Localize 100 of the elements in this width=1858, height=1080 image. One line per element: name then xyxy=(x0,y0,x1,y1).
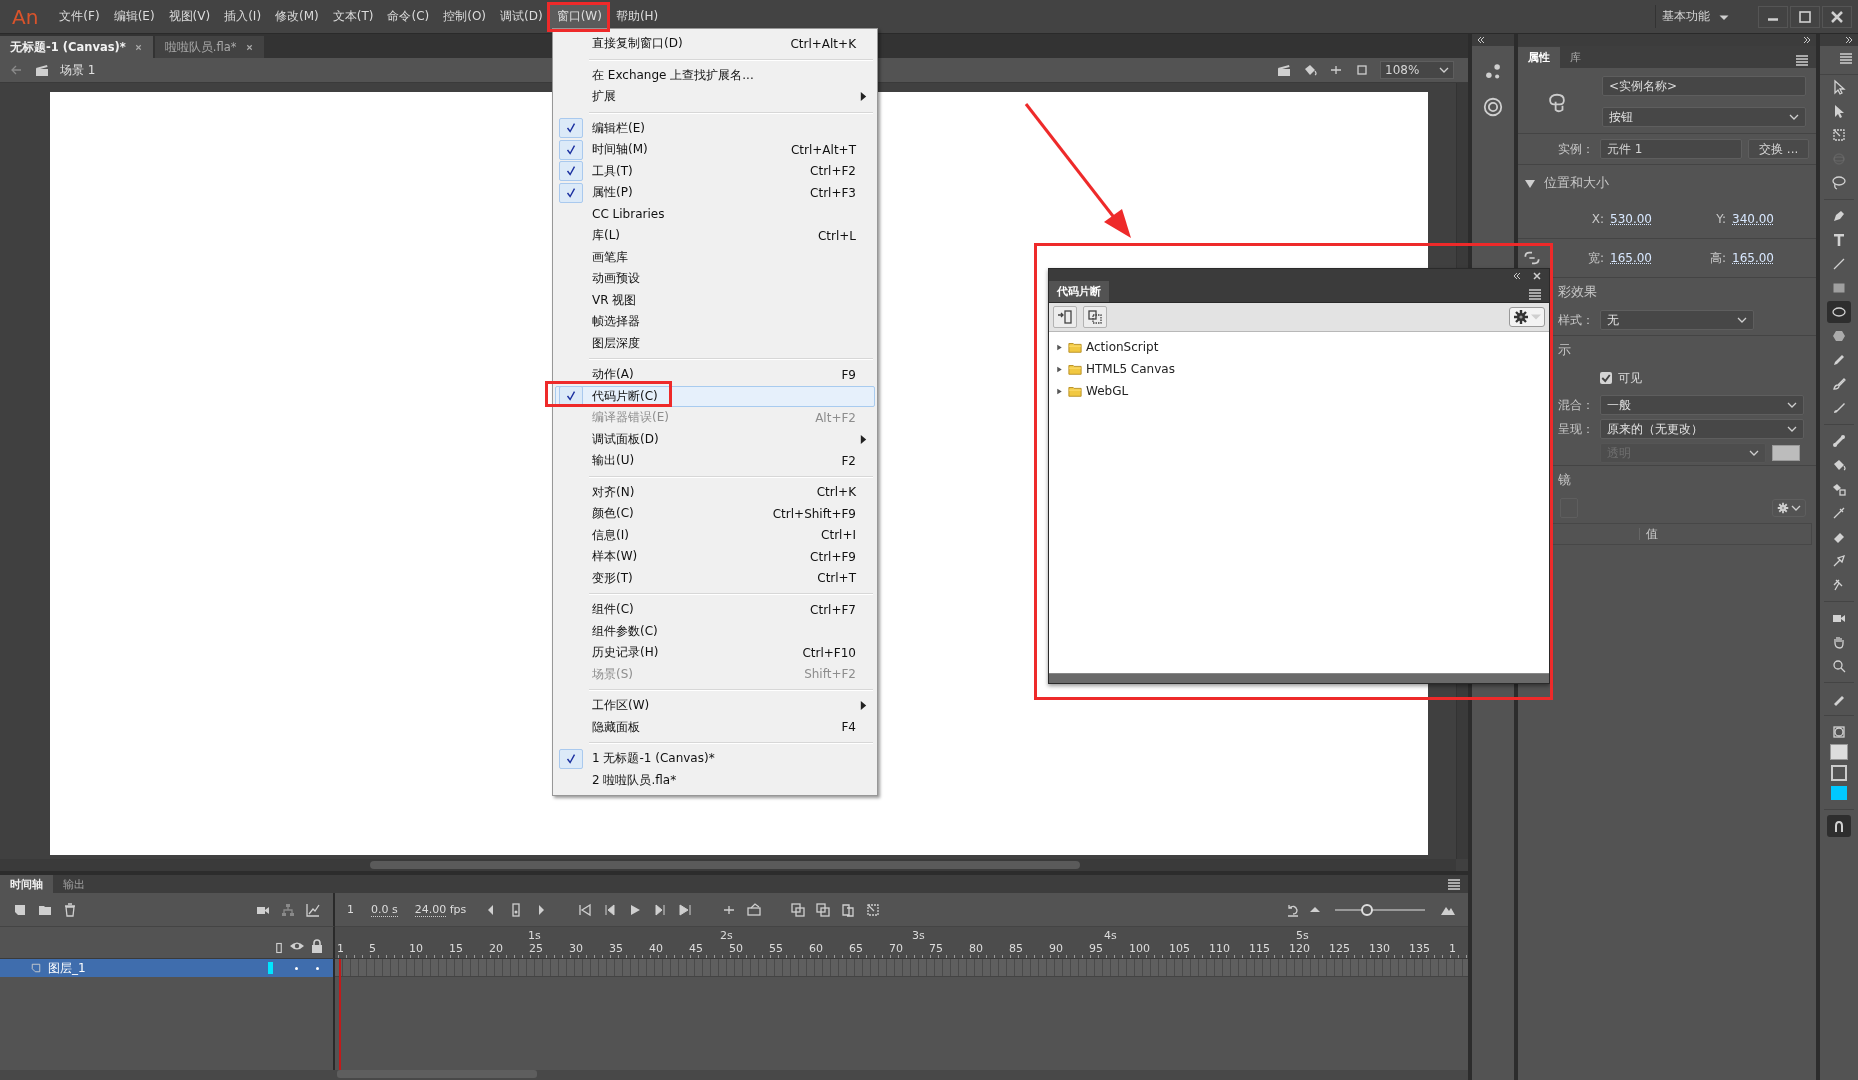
menu-item[interactable]: VR 视图 xyxy=(555,289,875,311)
onion-skin-icon[interactable] xyxy=(790,901,807,918)
menu-item[interactable]: 编辑栏(E) xyxy=(555,117,875,139)
color-swatch[interactable] xyxy=(1772,445,1800,461)
add-to-timeline-icon[interactable] xyxy=(1053,306,1077,328)
close-icon[interactable] xyxy=(1531,269,1543,282)
menu-item[interactable]: 库(L) Ctrl+L xyxy=(555,225,875,247)
menu-icon[interactable] xyxy=(1838,50,1854,66)
fill-color-swatch[interactable] xyxy=(1831,786,1847,800)
horizontal-scrollbar[interactable] xyxy=(0,859,1456,871)
menu-item[interactable]: 调试(D) xyxy=(493,4,550,29)
menu-item[interactable]: 修改(M) xyxy=(268,4,326,29)
menu-item[interactable]: 属性(P) Ctrl+F3 xyxy=(555,182,875,204)
x-value[interactable]: 530.00 xyxy=(1610,212,1680,226)
menu-icon[interactable] xyxy=(1794,52,1810,68)
symbol-type-dropdown[interactable]: 按钮 xyxy=(1602,107,1806,127)
menu-item[interactable]: 组件参数(C) xyxy=(555,620,875,642)
style-dropdown[interactable]: 无 xyxy=(1600,310,1754,330)
menu-item[interactable]: 历史记录(H) Ctrl+F10 xyxy=(555,642,875,664)
menu-icon[interactable] xyxy=(1446,876,1462,892)
panel-tab[interactable]: 代码片断 xyxy=(1049,281,1109,302)
elapsed-time[interactable]: 0.0 s xyxy=(371,902,398,917)
copy-icon[interactable] xyxy=(1083,306,1107,328)
magnet-icon[interactable] xyxy=(1827,815,1851,837)
expand-right-icon[interactable] xyxy=(1843,34,1855,46)
collapse-left-icon[interactable] xyxy=(1475,34,1487,46)
menu-item[interactable]: 组件(C) Ctrl+F7 xyxy=(555,599,875,621)
panel-tab[interactable]: 属性 xyxy=(1518,47,1560,68)
section-header[interactable]: 彩效果 xyxy=(1558,284,1597,299)
close-icon[interactable] xyxy=(133,42,143,52)
outline-icon[interactable] xyxy=(273,942,285,954)
document-tab[interactable]: 无标题-1 (Canvas)* xyxy=(0,36,153,58)
menu-item[interactable]: 动作(A) F9 xyxy=(555,364,875,386)
menu-item[interactable]: 代码片断(C) xyxy=(555,385,875,407)
loop-icon[interactable] xyxy=(746,901,763,918)
last-frame-icon[interactable] xyxy=(677,901,694,918)
menu-item[interactable]: 调试面板(D) xyxy=(555,428,875,450)
visibility-dot[interactable] xyxy=(295,966,298,970)
menu-item[interactable]: 画笔库 xyxy=(555,246,875,268)
lock-icon[interactable] xyxy=(309,938,325,954)
menu-item[interactable]: CC Libraries xyxy=(555,203,875,225)
menu-item[interactable]: 工具(T) Ctrl+F2 xyxy=(555,160,875,182)
circles-icon[interactable] xyxy=(1482,96,1504,118)
close-icon[interactable] xyxy=(1822,5,1852,28)
menu-item[interactable]: 工作区(W) xyxy=(555,695,875,717)
menu-item[interactable]: 变形(T) Ctrl+T xyxy=(555,567,875,589)
edit-frames-icon[interactable] xyxy=(840,901,857,918)
menu-item[interactable]: 插入(I) xyxy=(217,4,269,29)
trash-icon[interactable] xyxy=(62,901,78,918)
blend-dropdown[interactable]: 一般 xyxy=(1600,395,1804,415)
swap-button[interactable]: 交换 ... xyxy=(1748,139,1810,159)
lock-dot[interactable] xyxy=(316,966,319,970)
close-icon[interactable] xyxy=(244,42,254,52)
menu-item[interactable]: 扩展 xyxy=(555,86,875,108)
first-frame-icon[interactable] xyxy=(577,901,594,918)
menu-item[interactable]: 在 Exchange 上查找扩展名... xyxy=(555,64,875,86)
menu-item[interactable]: 图层深度 xyxy=(555,332,875,354)
menu-icon[interactable] xyxy=(1527,286,1543,302)
panel-tab[interactable]: 输出 xyxy=(53,875,95,893)
folder-label[interactable]: ActionScript xyxy=(1086,340,1159,354)
expand-arrow-icon[interactable] xyxy=(1055,342,1064,352)
menu-item[interactable]: 文件(F) xyxy=(52,4,107,29)
slider-thumb[interactable] xyxy=(1360,903,1373,916)
folder-label[interactable]: WebGL xyxy=(1086,384,1129,398)
paint-bucket-icon[interactable] xyxy=(1302,62,1318,78)
horizontal-scrollbar[interactable] xyxy=(337,1070,537,1078)
menu-item[interactable]: 样本(W) Ctrl+F9 xyxy=(555,546,875,568)
menu-item[interactable]: 帮助(H) xyxy=(608,4,666,29)
clapperboard-icon[interactable] xyxy=(1276,62,1292,78)
current-frame[interactable]: 1 xyxy=(347,903,354,916)
zoom-dropdown[interactable]: 108% xyxy=(1380,61,1454,79)
menu-item[interactable]: 帧选择器 xyxy=(555,311,875,333)
layer-name[interactable]: 图层_1 xyxy=(48,959,86,977)
filter-options-button[interactable] xyxy=(1772,499,1806,517)
panel-tab[interactable]: 库 xyxy=(1560,47,1591,68)
section-header[interactable]: 示 xyxy=(1558,342,1571,357)
panel-tab[interactable]: 时间轴 xyxy=(0,875,53,893)
oval-tool-icon[interactable] xyxy=(1827,301,1851,323)
menu-item[interactable]: 命令(C) xyxy=(380,4,437,29)
maximize-icon[interactable] xyxy=(1790,5,1820,28)
layer-row[interactable]: 图层_1 xyxy=(0,959,335,977)
settings-button[interactable] xyxy=(1509,307,1545,327)
menu-item[interactable]: 信息(I) Ctrl+I xyxy=(555,524,875,546)
menu-item[interactable]: 文本(T) xyxy=(325,4,381,29)
menu-item[interactable]: 视图(V) xyxy=(161,4,218,29)
minimize-icon[interactable] xyxy=(1758,5,1788,28)
height-value[interactable]: 165.00 xyxy=(1732,251,1802,265)
link-icon[interactable] xyxy=(1524,250,1540,266)
section-header[interactable]: 位置和大小 xyxy=(1518,164,1816,200)
menu-item[interactable]: 时间轴(M) Ctrl+Alt+T xyxy=(555,139,875,161)
expand-right-icon[interactable] xyxy=(1801,34,1813,46)
frame-rate[interactable]: 24.00 xyxy=(414,903,447,917)
expand-arrow-icon[interactable] xyxy=(1055,364,1064,374)
visible-checkbox[interactable] xyxy=(1600,372,1612,384)
fill-color-swatch[interactable] xyxy=(1830,744,1848,760)
y-value[interactable]: 340.00 xyxy=(1732,212,1802,226)
menu-item[interactable]: 控制(O) xyxy=(436,4,494,29)
menu-item[interactable]: 输出(U) F2 xyxy=(555,450,875,472)
graph-icon[interactable] xyxy=(305,901,321,918)
instance-name-field[interactable]: <实例名称> xyxy=(1602,76,1806,96)
